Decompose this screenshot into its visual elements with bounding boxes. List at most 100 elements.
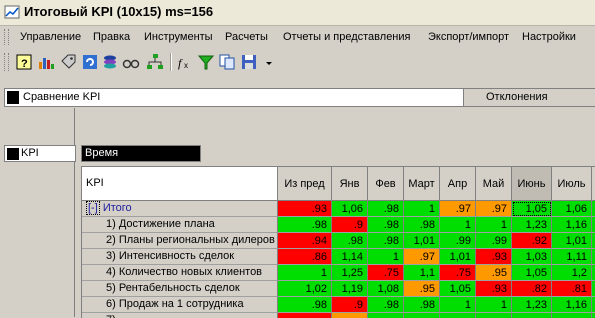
data-cell[interactable]: .97	[476, 201, 512, 217]
collapse-toggle[interactable]: [-]	[86, 201, 100, 215]
menu-edit[interactable]: Правка	[93, 31, 130, 43]
formula-icon[interactable]: fx	[176, 53, 194, 71]
data-cell[interactable]: .95	[404, 281, 440, 297]
row-label[interactable]: 1) Достижение плана	[82, 217, 278, 233]
data-cell[interactable]: .99	[440, 233, 476, 249]
data-cell[interactable]	[404, 313, 440, 318]
copy-icon[interactable]	[218, 53, 236, 71]
data-cell[interactable]	[552, 313, 592, 318]
data-cell[interactable]: .86	[278, 249, 332, 265]
data-cell[interactable]: .93	[278, 201, 332, 217]
menu-settings[interactable]: Настройки	[522, 31, 576, 43]
data-cell[interactable]: .92	[512, 233, 552, 249]
data-cell[interactable]: .9	[332, 217, 368, 233]
menu-manage[interactable]: Управление	[20, 31, 81, 43]
data-cell[interactable]: 1	[368, 249, 404, 265]
data-cell[interactable]: 1,06	[332, 201, 368, 217]
row-label[interactable]: 4) Количество новых клиентов	[82, 265, 278, 281]
data-cell[interactable]: 1,16	[552, 217, 592, 233]
row-label[interactable]: [-] Итого	[82, 201, 278, 217]
data-cell[interactable]	[278, 313, 332, 318]
data-cell[interactable]: .75	[440, 265, 476, 281]
data-cell[interactable]: .98	[278, 217, 332, 233]
data-cell[interactable]: 1,16	[552, 297, 592, 313]
time-dimension[interactable]: Время	[81, 145, 201, 162]
glasses-icon[interactable]	[122, 53, 140, 71]
data-cell[interactable]: 1,01	[404, 233, 440, 249]
data-cell[interactable]: .82	[512, 281, 552, 297]
data-cell[interactable]: .99	[476, 233, 512, 249]
data-cell[interactable]: .98	[404, 297, 440, 313]
column-header[interactable]: Янв	[332, 167, 368, 201]
data-cell[interactable]: 1,01	[440, 249, 476, 265]
refresh-icon[interactable]	[81, 53, 99, 71]
data-cell[interactable]: .98	[332, 233, 368, 249]
data-cell[interactable]: 1,2	[552, 265, 592, 281]
data-cell[interactable]: 1,19	[332, 281, 368, 297]
data-cell[interactable]: 1	[440, 217, 476, 233]
data-cell[interactable]	[512, 313, 552, 318]
data-cell[interactable]: 1,05	[512, 265, 552, 281]
data-cell[interactable]: 1,1	[404, 265, 440, 281]
data-cell[interactable]: 1,01	[552, 233, 592, 249]
data-cell[interactable]: 1	[404, 201, 440, 217]
save-icon[interactable]	[240, 53, 258, 71]
menu-tools[interactable]: Инструменты	[144, 31, 213, 43]
data-cell[interactable]: .98	[368, 217, 404, 233]
column-header[interactable]: Апр	[440, 167, 476, 201]
menu-reports[interactable]: Отчеты и представления	[283, 31, 410, 43]
row-label[interactable]: 5) Рентабельность сделок	[82, 281, 278, 297]
data-cell[interactable]: 1,23	[512, 217, 552, 233]
data-cell[interactable]	[332, 313, 368, 318]
tag-icon[interactable]	[59, 53, 77, 71]
data-cell[interactable]: 1,14	[332, 249, 368, 265]
data-cell[interactable]: 1	[476, 217, 512, 233]
data-cell[interactable]	[476, 313, 512, 318]
data-cell[interactable]: .98	[404, 217, 440, 233]
data-cell[interactable]: 1,03	[512, 249, 552, 265]
filter-icon[interactable]	[197, 53, 215, 71]
data-cell[interactable]: .98	[368, 297, 404, 313]
data-cell[interactable]	[368, 313, 404, 318]
data-cell[interactable]: .93	[476, 281, 512, 297]
data-cell[interactable]: 1,05	[512, 201, 552, 217]
column-header[interactable]: Из пред	[278, 167, 332, 201]
data-cell[interactable]: .81	[552, 281, 592, 297]
column-header[interactable]: Март	[404, 167, 440, 201]
data-cell[interactable]: .94	[278, 233, 332, 249]
data-cell[interactable]: .98	[278, 297, 332, 313]
row-label[interactable]: 7)	[82, 313, 278, 318]
bar-chart-icon[interactable]	[37, 53, 55, 71]
data-cell[interactable]: 1,11	[552, 249, 592, 265]
data-cell[interactable]: 1	[278, 265, 332, 281]
row-label[interactable]: 3) Интенсивность сделок	[82, 249, 278, 265]
data-cell[interactable]: 1,06	[552, 201, 592, 217]
dropdown-icon[interactable]	[262, 53, 280, 71]
data-cell[interactable]: .97	[440, 201, 476, 217]
hierarchy-icon[interactable]	[146, 53, 164, 71]
row-label[interactable]: 2) Планы региональных дилеров	[82, 233, 278, 249]
data-cell[interactable]: 1	[440, 297, 476, 313]
data-cell[interactable]: .75	[368, 265, 404, 281]
data-cell[interactable]: .97	[404, 249, 440, 265]
column-header[interactable]: Июнь	[512, 167, 552, 201]
data-cell[interactable]: .98	[368, 233, 404, 249]
column-header[interactable]: Май	[476, 167, 512, 201]
help-icon[interactable]: ?	[15, 53, 33, 71]
deviations-tab[interactable]: Отклонения	[463, 89, 595, 106]
column-header[interactable]: Фев	[368, 167, 404, 201]
row-label[interactable]: 6) Продаж на 1 сотрудника	[82, 297, 278, 313]
data-cell[interactable]: .93	[476, 249, 512, 265]
data-cell[interactable]	[440, 313, 476, 318]
kpi-dimension[interactable]: KPI	[4, 145, 76, 162]
data-cell[interactable]: 1,02	[278, 281, 332, 297]
menu-calculations[interactable]: Расчеты	[225, 31, 268, 43]
data-cell[interactable]: .95	[476, 265, 512, 281]
data-cell[interactable]: 1,23	[512, 297, 552, 313]
data-cell[interactable]: 1,05	[440, 281, 476, 297]
menu-export-import[interactable]: Экспорт/импорт	[428, 31, 509, 43]
layers-icon[interactable]	[101, 53, 119, 71]
column-header[interactable]: Июль	[552, 167, 592, 201]
data-cell[interactable]: .98	[368, 201, 404, 217]
data-cell[interactable]: 1	[476, 297, 512, 313]
